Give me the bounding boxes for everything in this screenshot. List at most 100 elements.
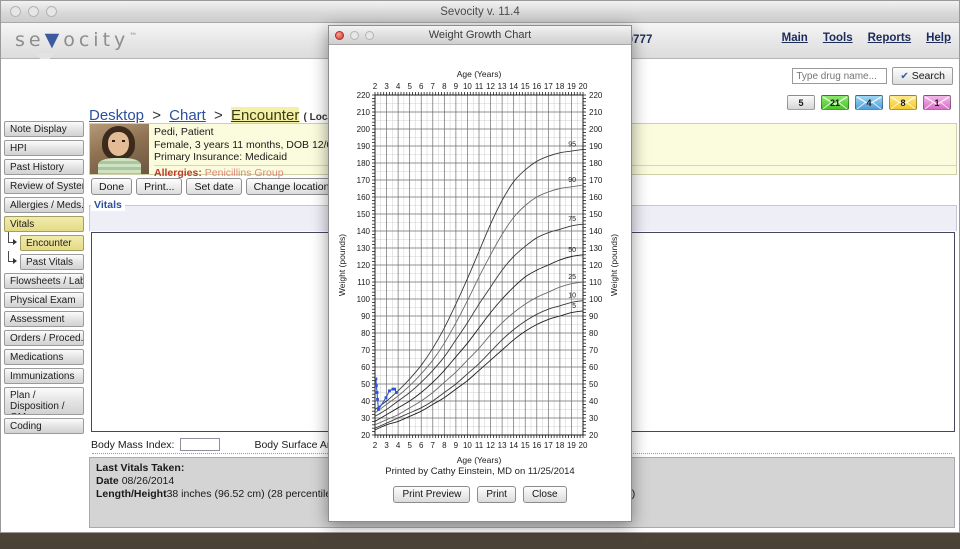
sidebar-item-medications[interactable]: Medications xyxy=(4,349,84,365)
breadcrumb-chart[interactable]: Chart xyxy=(169,107,206,124)
breadcrumb[interactable]: Desktop > Chart > Encounter ( Location xyxy=(89,107,351,124)
bmi-input[interactable] xyxy=(180,438,221,451)
breadcrumb-sep-2: > xyxy=(214,107,223,124)
sidebar-item-vitals[interactable]: Vitals xyxy=(4,216,84,232)
svg-text:11: 11 xyxy=(475,441,484,450)
close-button[interactable]: Close xyxy=(522,486,567,503)
sidebar-item-plan-disposition-qm[interactable]: Plan / Disposition / QM xyxy=(4,387,84,415)
drug-search-input[interactable] xyxy=(792,68,888,84)
svg-text:20: 20 xyxy=(579,441,588,450)
photo-shirt xyxy=(98,158,141,174)
svg-text:15: 15 xyxy=(521,441,530,450)
svg-text:17: 17 xyxy=(544,82,553,91)
change-location-button[interactable]: Change location xyxy=(245,178,338,195)
menu-help[interactable]: Help xyxy=(926,32,951,44)
left-navigation[interactable]: Note Display HPI Past History Review of … xyxy=(4,121,84,434)
svg-text:3: 3 xyxy=(384,82,389,91)
menu-tools[interactable]: Tools xyxy=(823,32,853,44)
svg-text:190: 190 xyxy=(357,142,371,151)
dialog-titlebar: Weight Growth Chart xyxy=(329,26,631,45)
dialog-buttons[interactable]: Print Preview Print Close xyxy=(393,486,567,503)
sidebar-item-hpi[interactable]: HPI xyxy=(4,140,84,156)
svg-text:190: 190 xyxy=(589,142,603,151)
svg-text:11: 11 xyxy=(475,82,484,91)
screen-root: Sevocity v. 11.4 se▼ocity™ Cathy Einstei… xyxy=(0,0,960,549)
svg-text:75: 75 xyxy=(568,216,576,223)
svg-text:17: 17 xyxy=(544,441,553,450)
bmi-label: Body Mass Index: xyxy=(91,438,175,451)
svg-text:25: 25 xyxy=(568,274,576,281)
blue-mail-badge[interactable]: 4 xyxy=(855,95,883,110)
last-vitals-height-label: Length/Height xyxy=(96,488,167,500)
set-date-button[interactable]: Set date xyxy=(186,178,242,195)
svg-text:90: 90 xyxy=(361,312,370,321)
sidebar-item-flowsheets-labs[interactable]: Flowsheets / Labs xyxy=(4,273,84,289)
print-button[interactable]: Print... xyxy=(136,178,183,195)
yellow-mail-badge[interactable]: 8 xyxy=(889,95,917,110)
sidebar-item-coding[interactable]: Coding xyxy=(4,418,84,434)
svg-text:70: 70 xyxy=(361,346,370,355)
search-button-label: Search xyxy=(911,70,945,82)
svg-text:2: 2 xyxy=(373,82,378,91)
svg-text:4: 4 xyxy=(396,82,401,91)
print-preview-button[interactable]: Print Preview xyxy=(393,486,471,503)
menu-main[interactable]: Main xyxy=(782,32,808,44)
dialog-footer: Printed by Cathy Einstein, MD on 11/25/2… xyxy=(329,461,631,521)
svg-text:5: 5 xyxy=(407,82,412,91)
sidebar-item-immunizations[interactable]: Immunizations xyxy=(4,368,84,384)
breadcrumb-desktop[interactable]: Desktop xyxy=(89,107,144,124)
sidebar-item-assessment[interactable]: Assessment xyxy=(4,311,84,327)
svg-text:18: 18 xyxy=(555,82,564,91)
tree-arrow-icon xyxy=(13,258,17,264)
print-button[interactable]: Print xyxy=(477,486,516,503)
svg-text:200: 200 xyxy=(357,125,371,134)
svg-text:140: 140 xyxy=(589,227,603,236)
dialog-body: 20 20 30 30 40 40 50 50 60 60 70 70 80 80 90 90 100 100 11… xyxy=(329,45,631,521)
breadcrumb-encounter[interactable]: Encounter xyxy=(230,107,300,124)
growth-chart-plot: 20 20 30 30 40 40 50 50 60 60 70 70 80 80 90 90 100 100 11… xyxy=(329,45,631,465)
sidebar-item-review-of-systems[interactable]: Review of Systems xyxy=(4,178,84,194)
green-mail-badge[interactable]: 21 xyxy=(821,95,849,110)
done-button[interactable]: Done xyxy=(91,178,133,195)
svg-text:Weight (pounds): Weight (pounds) xyxy=(609,234,619,296)
sidebar-item-past-history[interactable]: Past History xyxy=(4,159,84,175)
svg-text:6: 6 xyxy=(419,82,424,91)
last-vitals-date-value: 08/26/2014 xyxy=(121,475,175,487)
svg-text:9: 9 xyxy=(454,82,459,91)
svg-text:7: 7 xyxy=(431,441,436,450)
svg-text:18: 18 xyxy=(555,441,564,450)
drug-search-bar[interactable]: ✔ Search xyxy=(792,67,953,85)
svg-text:19: 19 xyxy=(567,82,576,91)
svg-text:3: 3 xyxy=(384,441,389,450)
svg-text:160: 160 xyxy=(589,193,603,202)
pink-mail-badge[interactable]: 1 xyxy=(923,95,951,110)
svg-text:13: 13 xyxy=(498,82,507,91)
svg-text:16: 16 xyxy=(532,441,541,450)
svg-text:9: 9 xyxy=(454,441,459,450)
tasks-badge[interactable]: 5 xyxy=(787,95,815,110)
svg-text:210: 210 xyxy=(589,108,603,117)
sidebar-subitem-past-vitals[interactable]: Past Vitals xyxy=(20,254,84,270)
svg-text:150: 150 xyxy=(589,210,603,219)
search-button[interactable]: ✔ Search xyxy=(892,67,953,85)
sidebar-subitem-encounter[interactable]: Encounter xyxy=(20,235,84,251)
svg-text:10: 10 xyxy=(463,82,472,91)
top-menubar[interactable]: Main Tools Reports Help xyxy=(782,32,951,44)
svg-text:150: 150 xyxy=(357,210,371,219)
svg-text:90: 90 xyxy=(589,312,598,321)
svg-text:10: 10 xyxy=(568,293,576,300)
svg-text:110: 110 xyxy=(589,278,602,287)
menu-reports[interactable]: Reports xyxy=(868,32,911,44)
sidebar-item-allergies-meds[interactable]: Allergies / Meds... xyxy=(4,197,84,213)
sidebar-item-physical-exam[interactable]: Physical Exam xyxy=(4,292,84,308)
sidebar-item-note-display[interactable]: Note Display xyxy=(4,121,84,137)
notification-badges[interactable]: 5 21 4 8 1 xyxy=(787,95,951,110)
svg-text:5: 5 xyxy=(407,441,412,450)
svg-text:60: 60 xyxy=(589,363,598,372)
svg-text:14: 14 xyxy=(509,82,518,91)
sidebar-subitem-past-vitals-wrap: Past Vitals xyxy=(4,251,84,270)
svg-text:16: 16 xyxy=(532,82,541,91)
svg-text:70: 70 xyxy=(589,346,598,355)
svg-text:20: 20 xyxy=(589,431,598,440)
sidebar-item-orders-procedures[interactable]: Orders / Proced... xyxy=(4,330,84,346)
